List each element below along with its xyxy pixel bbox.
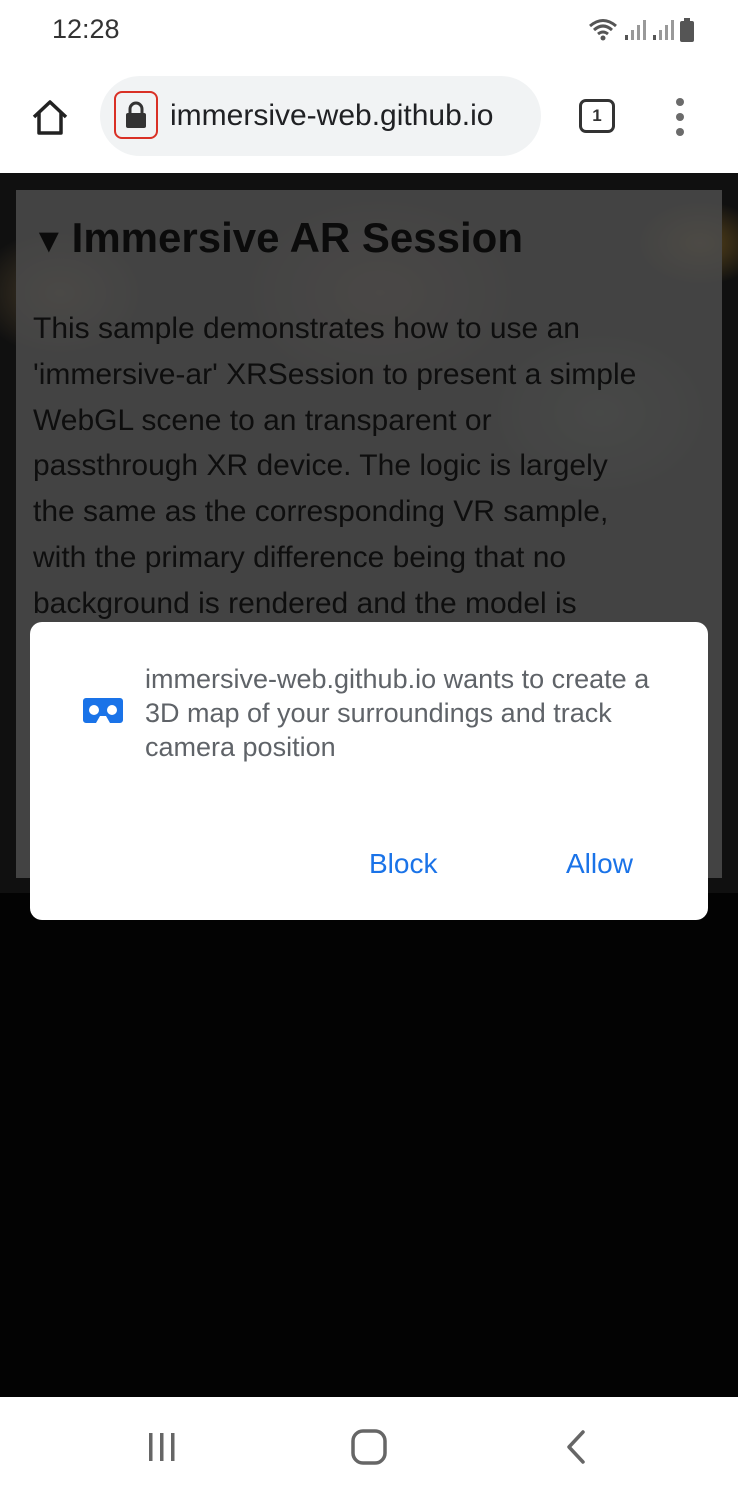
recents-icon	[149, 1433, 175, 1461]
permission-message: immersive-web.github.io wants to create …	[145, 664, 650, 762]
more-menu-button[interactable]	[668, 98, 692, 136]
vr-headset-icon	[83, 698, 123, 723]
permission-dialog: immersive-web.github.io wants to create …	[30, 622, 708, 920]
tab-switcher-button[interactable]: 1	[579, 99, 615, 133]
block-button[interactable]: Block	[369, 848, 437, 880]
browser-toolbar: immersive-web.github.io 1	[0, 60, 738, 173]
recents-button[interactable]	[140, 1425, 184, 1469]
lock-icon	[126, 101, 146, 128]
nav-home-button[interactable]	[347, 1425, 391, 1469]
status-bar: 12:28	[0, 0, 738, 60]
url-text[interactable]: immersive-web.github.io	[170, 99, 493, 133]
battery-icon	[680, 18, 694, 42]
home-button[interactable]	[22, 90, 78, 146]
allow-button[interactable]: Allow	[566, 848, 633, 880]
address-bar[interactable]: immersive-web.github.io	[100, 76, 541, 156]
home-icon	[32, 100, 68, 135]
wifi-icon	[589, 19, 617, 41]
site-info-button[interactable]	[114, 91, 158, 139]
back-icon	[567, 1430, 585, 1464]
status-time: 12:28	[52, 14, 120, 44]
system-nav-bar	[0, 1397, 738, 1495]
more-vert-icon	[676, 98, 684, 106]
home-icon	[351, 1429, 387, 1465]
back-button[interactable]	[554, 1425, 598, 1469]
status-icons	[588, 16, 694, 44]
signal-icon	[625, 20, 646, 40]
signal-icon	[653, 20, 674, 40]
tab-count: 1	[592, 106, 602, 125]
